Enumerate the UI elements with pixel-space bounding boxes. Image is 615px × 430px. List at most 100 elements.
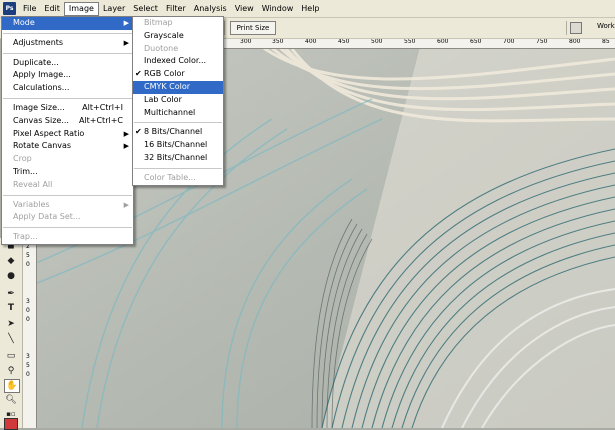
ruler-label: 3 [26, 298, 30, 305]
image-menu-item-label: Adjustments [13, 37, 64, 47]
image-menu-item-canvas-size[interactable]: Canvas Size... Alt+Ctrl+C [2, 115, 133, 128]
image-menu-item-rotate-canvas[interactable]: Rotate Canvas ▶ [2, 140, 133, 153]
image-menu-item-label: Trap... [13, 232, 38, 242]
mode-menu-item-grayscale[interactable]: Grayscale [133, 30, 223, 43]
ruler-vertical: 2 5 0 3 0 0 3 5 0 [22, 238, 37, 428]
image-menu-item-pixel-aspect-ratio[interactable]: Pixel Aspect Ratio ▶ [2, 128, 133, 141]
mode-menu-item-16-bits-channel[interactable]: 16 Bits/Channel [133, 139, 223, 152]
menu-filter[interactable]: Filter [162, 2, 190, 16]
line-tool-icon[interactable]: ╲ [4, 333, 18, 345]
menu-edit[interactable]: Edit [40, 2, 64, 16]
menu-separator [3, 32, 132, 34]
menu-select[interactable]: Select [129, 2, 162, 16]
ruler-label: 3 [26, 353, 30, 360]
ruler-label: 0 [26, 371, 30, 378]
image-menu-item-label: Mode [13, 18, 35, 27]
options-separator [224, 21, 225, 35]
image-menu-item-adjustments[interactable]: Adjustments ▶ [2, 37, 133, 50]
eyedropper-tool-icon[interactable]: ⚲ [4, 365, 18, 377]
notes-tool-icon[interactable]: ▭ [4, 350, 18, 362]
menu-window[interactable]: Window [258, 2, 298, 16]
ruler-label: 85 [602, 38, 610, 45]
options-separator [566, 21, 567, 35]
mode-menu-item-label: Duotone [144, 43, 179, 53]
image-menu-item-label: Apply Data Set... [13, 212, 81, 222]
menu-view[interactable]: View [231, 2, 258, 16]
image-menu-item-trim[interactable]: Trim... [2, 166, 133, 179]
submenu-arrow-icon: ▶ [123, 38, 129, 47]
image-menu-item-label: Crop [13, 154, 32, 164]
mode-menu-item-label: Indexed Color... [144, 56, 207, 66]
print-size-button[interactable]: Print Size [230, 21, 276, 35]
image-menu-item-trap: Trap... [2, 231, 133, 244]
mode-menu-item-label: Color Table... [144, 172, 196, 182]
ruler-label: 300 [240, 38, 252, 45]
image-menu-item-variables: Variables ▶ [2, 199, 133, 212]
ruler-label: 450 [338, 38, 350, 45]
workspace-label[interactable]: Work [597, 22, 615, 30]
image-menu-item-label: Calculations... [13, 83, 70, 93]
path-selection-tool-icon[interactable]: ➤ [4, 318, 18, 330]
ruler-label: 550 [404, 38, 416, 45]
mode-menu-item-rgb-color[interactable]: ✔ RGB Color [133, 68, 223, 81]
mode-menu-item-duotone: Duotone [133, 43, 223, 56]
mode-menu-item-label: Grayscale [144, 30, 184, 40]
mode-menu-item-color-table: Color Table... [133, 172, 223, 185]
image-menu-item-duplicate[interactable]: Duplicate... [2, 57, 133, 70]
hand-tool-icon[interactable]: ✋ [4, 379, 20, 393]
image-menu-item-mode[interactable]: Mode ▶ [2, 17, 133, 30]
photoshop-logo-icon: Ps [3, 2, 16, 15]
ruler-label: 600 [437, 38, 449, 45]
menu-analysis[interactable]: Analysis [190, 2, 231, 16]
mode-menu-item-label: 16 Bits/Channel [144, 140, 208, 150]
mode-menu-item-8-bits-channel[interactable]: ✔ 8 Bits/Channel [133, 126, 223, 139]
submenu-arrow-icon: ▶ [123, 142, 129, 151]
palette-well-icon[interactable] [570, 22, 582, 34]
image-menu-item-image-size[interactable]: Image Size... Alt+Ctrl+I [2, 102, 133, 115]
zoom-tool-icon[interactable]: 🔍︎ [4, 394, 18, 406]
pen-tool-icon[interactable]: ✒ [4, 288, 18, 300]
ruler-label: 0 [26, 307, 30, 314]
menu-file[interactable]: File [19, 2, 40, 16]
mode-menu-item-label: CMYK Color [144, 81, 191, 91]
blur-tool-icon[interactable]: ◆ [4, 255, 18, 267]
image-menu-item-reveal-all: Reveal All [2, 179, 133, 192]
ruler-label: 750 [536, 38, 548, 45]
mode-menu-item-cmyk-color[interactable]: CMYK Color [133, 80, 223, 94]
mode-submenu-dropdown: Bitmap Grayscale Duotone Indexed Color... ✔ R… [132, 16, 224, 186]
mode-menu-item-multichannel[interactable]: Multichannel [133, 107, 223, 120]
ruler-label: 5 [26, 252, 30, 259]
ruler-label: 500 [371, 38, 383, 45]
ruler-label: 800 [569, 38, 581, 45]
submenu-arrow-icon: ▶ [123, 200, 129, 209]
ruler-label: 700 [503, 38, 515, 45]
image-menu-item-crop: Crop [2, 153, 133, 166]
image-menu-item-label: Variables [13, 199, 50, 209]
ruler-label: 650 [470, 38, 482, 45]
mode-menu-item-label: 32 Bits/Channel [144, 152, 208, 162]
image-menu-item-label: Trim... [13, 166, 38, 176]
image-menu-item-label: Pixel Aspect Ratio [13, 128, 85, 138]
menu-separator [3, 52, 132, 54]
menu-separator [3, 227, 132, 229]
foreground-color-swatch[interactable] [4, 418, 18, 430]
menu-separator [3, 97, 132, 99]
menu-help[interactable]: Help [297, 2, 323, 16]
type-tool-icon[interactable]: T [4, 302, 18, 314]
menu-layer[interactable]: Layer [99, 2, 129, 16]
image-menu-item-label: Canvas Size... [13, 115, 69, 125]
mode-menu-item-label: Lab Color [144, 94, 182, 104]
image-menu-item-label: Rotate Canvas [13, 141, 72, 151]
dodge-tool-icon[interactable]: ● [4, 270, 18, 282]
image-menu-item-calculations[interactable]: Calculations... [2, 82, 133, 95]
mode-menu-item-32-bits-channel[interactable]: 32 Bits/Channel [133, 152, 223, 165]
image-menu-dropdown: Mode ▶ Adjustments ▶ Duplicate... Apply Image… [1, 16, 134, 245]
submenu-arrow-icon: ▶ [123, 129, 129, 138]
image-menu-item-apply-image[interactable]: Apply Image... [2, 69, 133, 82]
menu-separator [134, 122, 222, 124]
menu-shortcut: Alt+Ctrl+I [82, 102, 123, 112]
mode-menu-item-indexed-color[interactable]: Indexed Color... [133, 55, 223, 68]
menu-image[interactable]: Image [63, 1, 99, 16]
mode-menu-item-bitmap: Bitmap [133, 17, 223, 30]
mode-menu-item-lab-color[interactable]: Lab Color [133, 94, 223, 107]
